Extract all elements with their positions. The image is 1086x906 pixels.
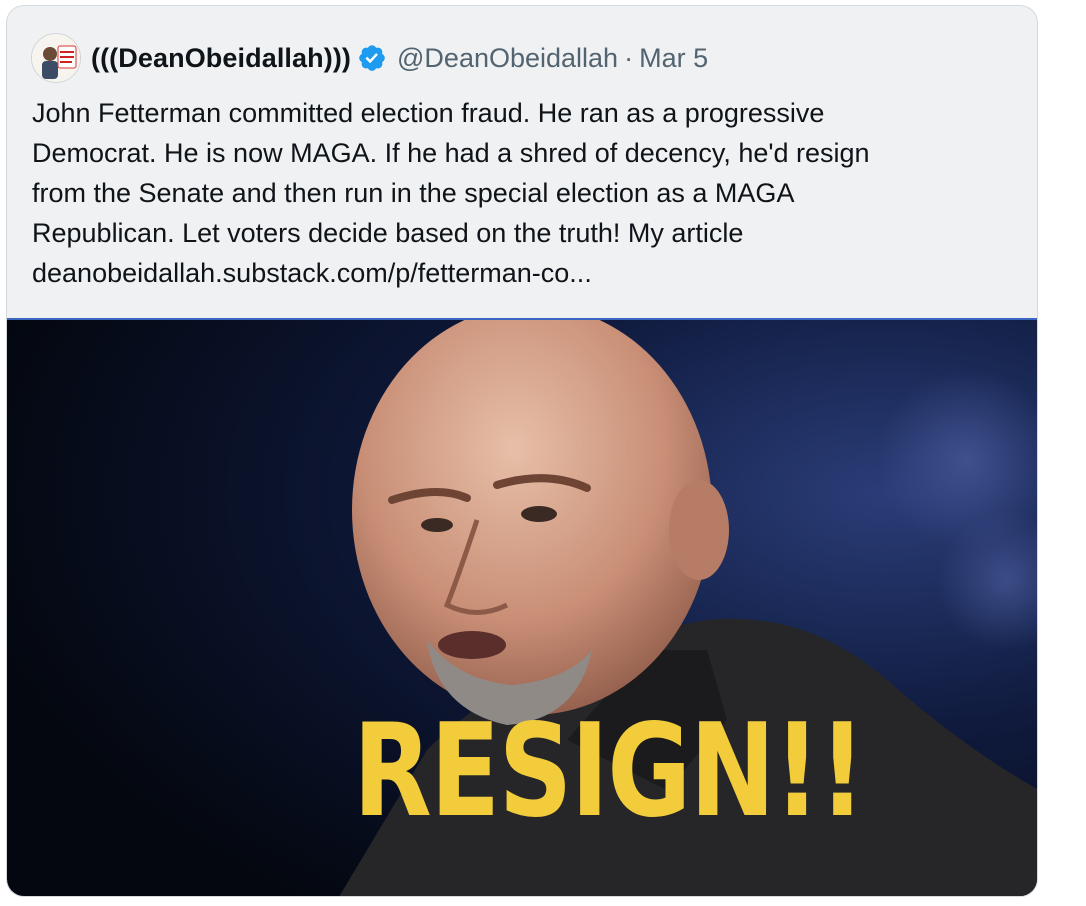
profile-avatar-icon[interactable]	[31, 33, 81, 83]
tweet-date[interactable]: Mar 5	[639, 43, 708, 74]
tweet-text: John Fetterman committed election fraud.…	[32, 93, 1022, 293]
quoted-tweet-card[interactable]: (((DeanObeidallah))) @DeanObeidallah · M…	[6, 5, 1038, 897]
tweet-text-line: from the Senate and then run in the spec…	[32, 178, 795, 208]
header-separator: ·	[624, 42, 634, 73]
tweet-text-line: Republican. Let voters decide based on t…	[32, 218, 744, 248]
tweet-text-line: Democrat. He is now MAGA. If he had a sh…	[32, 138, 870, 168]
verified-badge-icon	[359, 45, 385, 71]
tweet-header: (((DeanObeidallah))) @DeanObeidallah · M…	[31, 33, 708, 83]
resign-overlay-text: RESIGN!!	[353, 697, 866, 846]
user-handle[interactable]: @DeanObeidallah	[397, 43, 618, 74]
tweet-link[interactable]: deanobeidallah.substack.com/p/fetterman-…	[32, 253, 1022, 293]
display-name[interactable]: (((DeanObeidallah)))	[91, 43, 351, 74]
tweet-text-line: John Fetterman committed election fraud.…	[32, 98, 825, 128]
